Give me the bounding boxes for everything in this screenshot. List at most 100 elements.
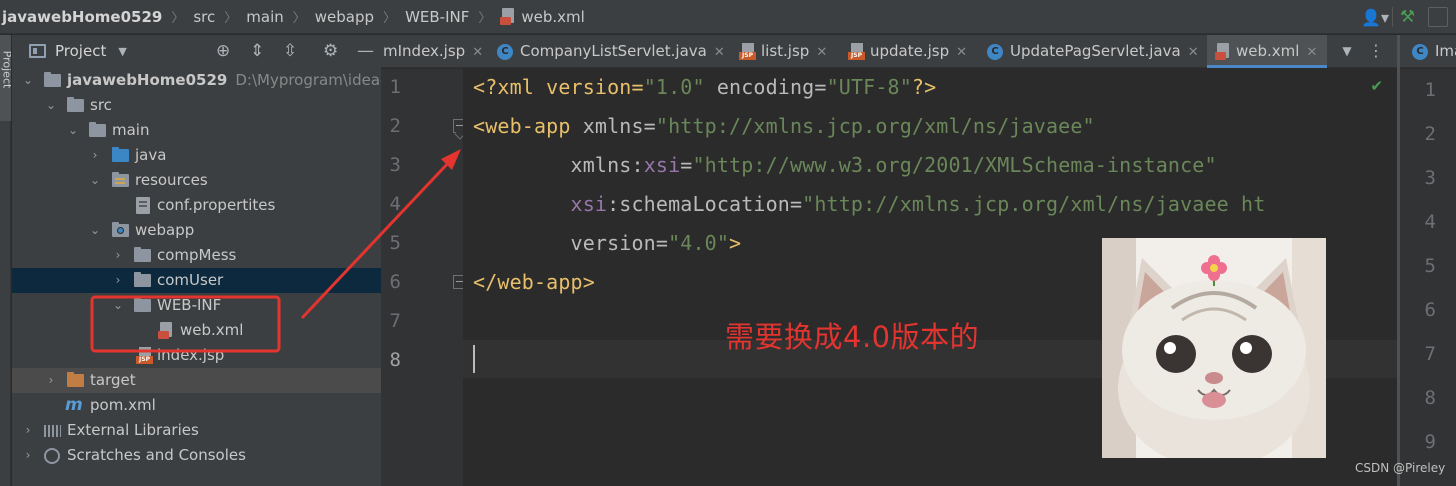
breadcrumb-webapp[interactable]: webapp xyxy=(315,8,374,26)
tab-list-jsp[interactable]: JSP list.jsp ✕ xyxy=(739,35,827,68)
breadcrumb-project[interactable]: javawebHome0529 xyxy=(2,8,162,26)
tree-item-web-inf[interactable]: ⌄ WEB-INF xyxy=(12,293,381,318)
code-line: version="4.0"> xyxy=(473,231,742,255)
tree-item-src[interactable]: ⌄ src xyxy=(12,93,381,118)
chevron-right-icon[interactable]: › xyxy=(111,243,125,268)
tab-split-image[interactable]: C Ima xyxy=(1400,35,1456,68)
tree-item-index-jsp[interactable]: JSP index.jsp xyxy=(12,343,381,368)
folder-icon xyxy=(89,122,106,137)
gear-icon[interactable]: ⚙ xyxy=(323,41,338,61)
tree-item-label: resources xyxy=(135,171,208,189)
chevron-down-icon[interactable]: ⌄ xyxy=(88,218,102,243)
tree-item-path: D:\Myprogram\idea-w xyxy=(235,71,398,89)
tree-item-external-libraries[interactable]: › External Libraries xyxy=(12,418,381,443)
resources-folder-icon xyxy=(112,172,129,187)
tree-item-label: compMess xyxy=(157,246,237,264)
tree-item-webapp[interactable]: ⌄ webapp xyxy=(12,218,381,243)
tab-label: mIndex.jsp xyxy=(383,42,466,60)
left-tool-stripe: Project xyxy=(0,35,11,486)
close-icon[interactable]: ✕ xyxy=(1188,45,1199,60)
jsp-file-icon: JSP xyxy=(739,43,756,60)
breadcrumb-web-xml[interactable]: web.xml xyxy=(521,8,584,26)
chevron-down-icon[interactable]: ⌄ xyxy=(111,293,125,318)
line-number: 8 xyxy=(1424,387,1436,409)
tree-item-resources[interactable]: ⌄ resources xyxy=(12,168,381,193)
tree-item-label: src xyxy=(90,96,112,114)
breadcrumb-separator-icon: 〉 xyxy=(224,11,238,26)
build-hammer-icon[interactable]: ⚒ xyxy=(1392,7,1422,27)
line-number: 7 xyxy=(389,310,401,332)
tree-item-project-root[interactable]: ⌄ javawebHome0529 D:\Myprogram\idea-w xyxy=(12,68,398,93)
project-tool-window-tab[interactable]: Project xyxy=(0,35,11,121)
libraries-icon xyxy=(44,425,61,437)
close-icon[interactable]: ✕ xyxy=(1306,45,1317,60)
more-vertical-icon[interactable]: ⋮ xyxy=(1368,35,1384,68)
jsp-file-icon: JSP xyxy=(848,43,865,60)
chevron-right-icon[interactable]: › xyxy=(44,368,58,393)
annotation-note: 需要换成4.0版本的 xyxy=(725,320,980,354)
project-tool-window-label: Project xyxy=(0,50,11,89)
java-class-icon: C xyxy=(497,43,513,60)
breadcrumb-web-inf[interactable]: WEB-INF xyxy=(405,8,469,26)
tree-item-pom-xml[interactable]: m pom.xml xyxy=(12,393,381,418)
chevron-right-icon[interactable]: › xyxy=(88,143,102,168)
tree-item-main[interactable]: ⌄ main xyxy=(12,118,381,143)
locate-file-icon[interactable]: ⊕ xyxy=(216,41,230,61)
folder-icon xyxy=(134,247,151,262)
tab-updatepagservlet-java[interactable]: C UpdatePagServlet.java ✕ xyxy=(987,35,1199,68)
chevron-down-icon[interactable]: ⌄ xyxy=(21,68,35,93)
tab-label: web.xml xyxy=(1236,42,1300,60)
inspection-ok-icon[interactable]: ✔ xyxy=(1370,77,1383,95)
user-account-icon[interactable]: 👤▾ xyxy=(1358,8,1392,27)
close-icon[interactable]: ✕ xyxy=(714,45,725,60)
hide-panel-icon[interactable]: — xyxy=(357,41,374,61)
line-number: 3 xyxy=(389,154,401,176)
tab-mindex-jsp[interactable]: mIndex.jsp ✕ xyxy=(383,35,483,68)
tree-item-scratches[interactable]: › Scratches and Consoles xyxy=(12,443,381,468)
chevron-right-icon[interactable]: › xyxy=(21,418,35,443)
java-class-icon: C xyxy=(1412,43,1428,60)
tab-label: update.jsp xyxy=(870,42,950,60)
tree-item-label: javawebHome0529 xyxy=(67,71,228,89)
folder-icon xyxy=(67,97,84,112)
close-icon[interactable]: ✕ xyxy=(472,45,483,60)
chevron-right-icon[interactable]: › xyxy=(111,268,125,293)
tree-item-java[interactable]: › java xyxy=(12,143,381,168)
editor-gutter: 1 2 3 4 5 6 7 8 xyxy=(381,69,467,486)
expand-all-icon[interactable]: ⇕ xyxy=(250,41,264,61)
tree-item-label: pom.xml xyxy=(90,396,156,414)
tab-update-jsp[interactable]: JSP update.jsp ✕ xyxy=(848,35,967,68)
tree-item-label: External Libraries xyxy=(67,421,199,439)
tab-web-xml[interactable]: web.xml ✕ xyxy=(1207,35,1327,68)
tree-item-compmess[interactable]: › compMess xyxy=(12,243,381,268)
project-panel-header: Project ▼ ⊕ ⇕ ⇳ ⚙ — xyxy=(12,35,381,67)
chevron-down-icon[interactable]: ▼ xyxy=(118,45,126,58)
breadcrumb-main[interactable]: main xyxy=(246,8,283,26)
chevron-down-icon[interactable]: ⌄ xyxy=(66,118,80,143)
tree-item-label: index.jsp xyxy=(157,346,225,364)
line-number: 5 xyxy=(1424,255,1436,277)
line-number: 3 xyxy=(1424,167,1436,189)
line-number: 9 xyxy=(1424,431,1436,453)
tree-item-web-xml[interactable]: web.xml xyxy=(12,318,381,343)
chevron-down-icon[interactable]: ▼ xyxy=(1336,35,1358,68)
chevron-right-icon[interactable]: › xyxy=(21,443,35,468)
tab-companylistservlet-java[interactable]: C CompanyListServlet.java ✕ xyxy=(497,35,725,68)
project-view-title[interactable]: Project xyxy=(55,42,106,60)
collapse-all-icon[interactable]: ⇳ xyxy=(283,41,297,61)
tree-item-target[interactable]: › target xyxy=(12,368,381,393)
tree-item-comuser[interactable]: › comUser xyxy=(12,268,381,293)
breadcrumb-src[interactable]: src xyxy=(193,8,215,26)
chevron-down-icon[interactable]: ⌄ xyxy=(88,168,102,193)
tab-label: CompanyListServlet.java xyxy=(520,42,707,60)
folder-icon xyxy=(134,272,151,287)
close-icon[interactable]: ✕ xyxy=(816,45,827,60)
breadcrumb-separator-icon: 〉 xyxy=(292,11,306,26)
tree-item-conf-properties[interactable]: conf.propertites xyxy=(12,193,381,218)
navigation-bar: javawebHome0529 〉 src 〉 main 〉 webapp 〉 … xyxy=(0,0,1456,34)
chevron-down-icon[interactable]: ⌄ xyxy=(44,93,58,118)
source-folder-icon xyxy=(112,147,129,162)
close-icon[interactable]: ✕ xyxy=(956,45,967,60)
run-config-button[interactable] xyxy=(1428,7,1448,27)
line-number: 7 xyxy=(1424,343,1436,365)
